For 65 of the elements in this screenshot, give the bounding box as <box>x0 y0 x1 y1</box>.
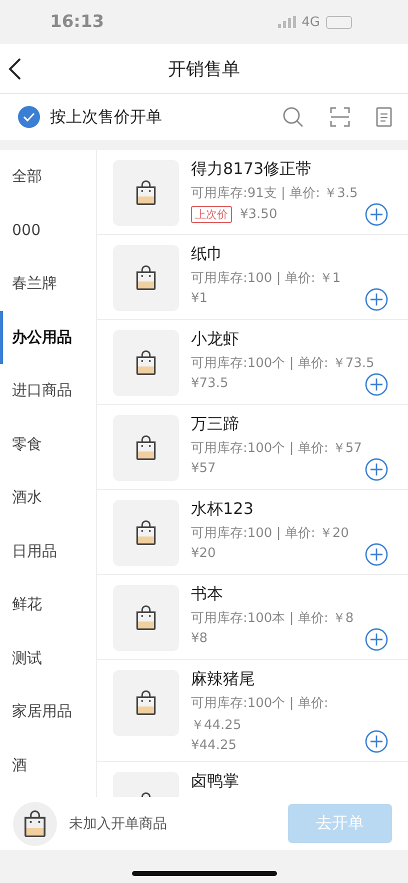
checkmark-icon <box>23 112 35 122</box>
product-stock: 可用库存:100 | 单价: ￥1 <box>191 270 341 287</box>
cart-button[interactable] <box>13 802 57 846</box>
add-icon[interactable] <box>365 203 388 226</box>
shopping-bag-icon <box>23 810 47 838</box>
search-icon[interactable] <box>282 106 304 128</box>
product-name: 得力8173修正带 <box>191 159 313 180</box>
add-icon[interactable] <box>365 730 388 753</box>
product-price: ¥3.50 <box>240 207 278 222</box>
product-name: 纸巾 <box>191 244 224 265</box>
shopping-bag-icon <box>135 265 157 291</box>
product-name: 麻辣猪尾 <box>191 669 256 690</box>
network-label: 4G <box>302 14 320 30</box>
last-price-tag: 上次价 <box>191 206 232 223</box>
product-price: ¥1 <box>191 291 208 306</box>
product-name: 小龙虾 <box>191 329 240 350</box>
scan-icon[interactable] <box>330 107 350 127</box>
cart-status: 未加入开单商品 <box>69 814 168 832</box>
product-stock: 可用库存:100个 | 单价: ￥57 <box>191 440 362 457</box>
product-stock: ￥44.25 <box>191 717 242 734</box>
add-icon[interactable] <box>365 288 388 311</box>
category-item[interactable]: 酒 <box>0 738 96 792</box>
category-item[interactable]: 办公用品 <box>0 310 96 364</box>
status-time: 16:13 <box>50 12 104 32</box>
product-price: ¥8 <box>191 631 208 646</box>
category-item[interactable]: 家居用品 <box>0 685 96 738</box>
signal-icon <box>278 16 296 28</box>
product-price: ¥44.25 <box>191 738 236 753</box>
product-stock: 可用库存:100本 | 单价: ￥8 <box>191 610 354 627</box>
back-icon[interactable] <box>8 57 22 81</box>
category-item[interactable]: 测试 <box>0 632 96 685</box>
add-icon[interactable] <box>365 458 388 481</box>
category-item[interactable]: 全部 <box>0 150 96 204</box>
product-name: 卤鸭掌 <box>191 771 239 792</box>
page-title: 开销售单 <box>168 58 240 80</box>
shopping-bag-icon <box>135 605 157 631</box>
category-item[interactable]: 000 <box>0 204 96 257</box>
product-stock: 可用库存:91支 | 单价: ￥3.5 <box>191 185 358 202</box>
product-price: ¥20 <box>191 546 216 561</box>
checkbox-label: 按上次售价开单 <box>50 106 162 128</box>
shopping-bag-icon <box>135 690 157 716</box>
product-name: 万三蹄 <box>191 414 240 435</box>
product-price: ¥57 <box>191 461 216 476</box>
document-icon[interactable] <box>376 107 392 127</box>
category-item[interactable]: 鲜花 <box>0 578 96 632</box>
product-stock: 可用库存:100 | 单价: ￥20 <box>191 525 349 542</box>
product-name: 书本 <box>191 584 224 605</box>
add-icon[interactable] <box>365 543 388 566</box>
product-stock: 可用库存:100个 | 单价: ￥73.5 <box>191 355 374 372</box>
shopping-bag-icon <box>135 180 157 206</box>
category-item[interactable]: 日用品 <box>0 524 96 578</box>
add-icon[interactable] <box>365 373 388 396</box>
shopping-bag-icon <box>135 520 157 546</box>
category-item[interactable]: 春兰牌 <box>0 257 96 310</box>
battery-icon <box>326 16 352 28</box>
shopping-bag-icon <box>135 435 157 461</box>
shopping-bag-icon <box>135 350 157 376</box>
checkbox[interactable] <box>18 106 40 128</box>
category-item[interactable]: 进口商品 <box>0 364 96 418</box>
product-price: ¥73.5 <box>191 376 228 391</box>
product-stock: 可用库存:100个 | 单价: <box>191 695 328 712</box>
category-item[interactable]: 酒水 <box>0 471 96 524</box>
add-icon[interactable] <box>365 628 388 651</box>
category-item[interactable]: 零食 <box>0 418 96 471</box>
product-name: 水杯123 <box>191 499 255 520</box>
